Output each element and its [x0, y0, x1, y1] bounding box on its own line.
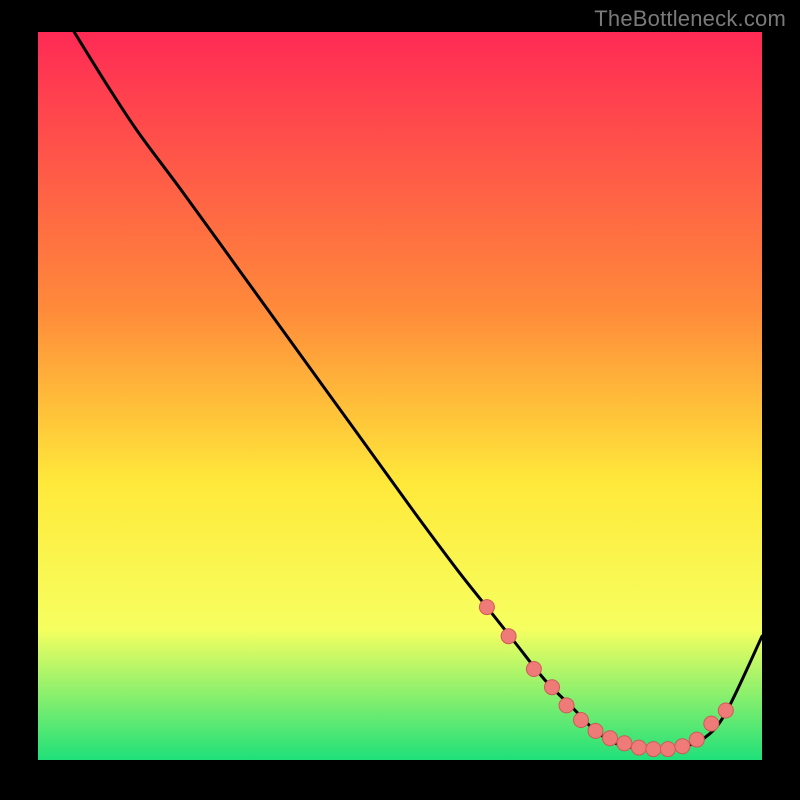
highlight-dot — [588, 723, 603, 738]
highlight-dot — [574, 713, 589, 728]
highlight-dot — [501, 629, 516, 644]
highlight-dot — [479, 600, 494, 615]
highlight-dot — [559, 698, 574, 713]
highlight-dot — [631, 740, 646, 755]
plot-area — [38, 32, 762, 760]
watermark-text: TheBottleneck.com — [594, 6, 786, 32]
highlight-dot — [689, 732, 704, 747]
highlight-dot — [545, 680, 560, 695]
bottleneck-curve — [74, 32, 762, 750]
highlight-dot — [675, 739, 690, 754]
chart-stage: TheBottleneck.com — [0, 0, 800, 800]
highlight-dot — [646, 742, 661, 757]
highlight-dots — [479, 600, 733, 757]
highlight-dot — [660, 742, 675, 757]
highlight-dot — [718, 703, 733, 718]
highlight-dot — [526, 662, 541, 677]
highlight-dot — [617, 736, 632, 751]
curve-layer — [38, 32, 762, 760]
highlight-dot — [603, 731, 618, 746]
highlight-dot — [704, 716, 719, 731]
